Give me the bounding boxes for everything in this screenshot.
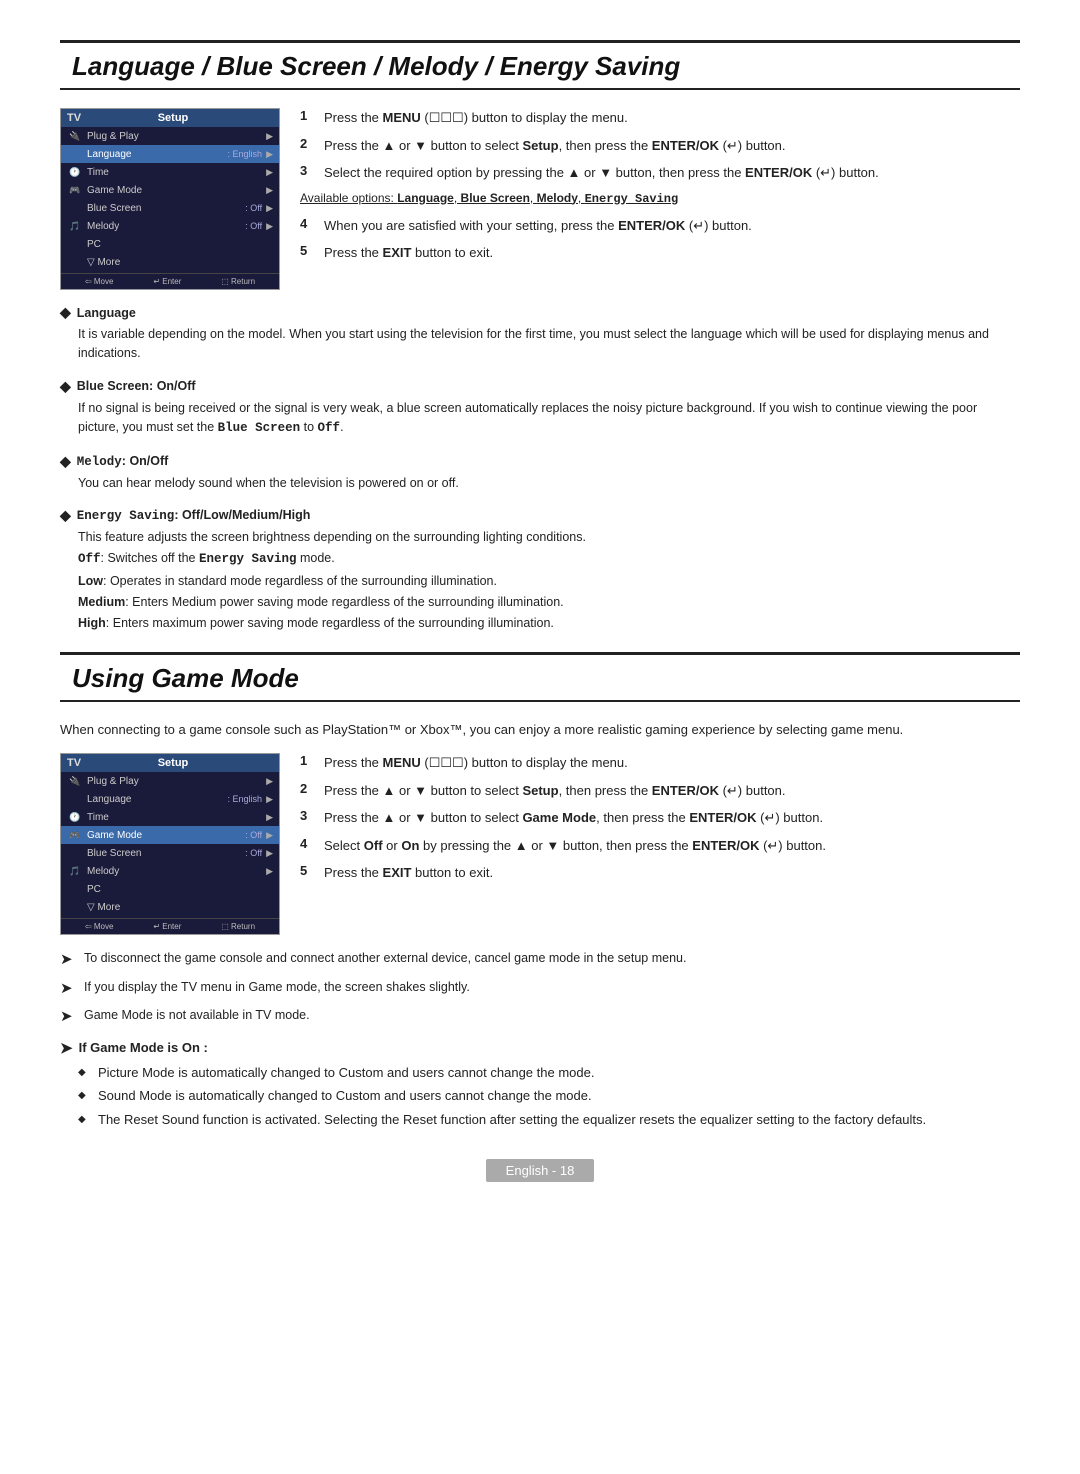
menu-header-left: TV (61, 112, 120, 124)
section1-menu-rows: 🔌 Plug & Play ▶ Language : English ▶ 🕐 T… (61, 127, 279, 271)
menu-row-gamemode1: 🎮 Game Mode ▶ (61, 181, 279, 199)
section2-intro: When connecting to a game console such a… (60, 720, 1020, 740)
section1-steps: 1 Press the MENU (☐☐☐) button to display… (300, 108, 1020, 290)
step1-2: 2 Press the ▲ or ▼ button to select Setu… (300, 136, 1020, 156)
step1-3: 3 Select the required option by pressing… (300, 163, 1020, 183)
section2-tv-menu: TV Setup 🔌 Plug & Play ▶ Language : Engl… (60, 753, 280, 935)
menu2-row-language: Language : English ▶ (61, 790, 279, 808)
menu2-row-bluescreen: Blue Screen : Off ▶ (61, 844, 279, 862)
section2-title: Using Game Mode (72, 663, 1020, 694)
menu-row-pc1: PC (61, 235, 279, 253)
menu2-row-more: ▽ More (61, 898, 279, 916)
page-footer: English - 18 (60, 1159, 1020, 1182)
section1-menu-footer: ⇦ Move ↵ Enter ⬚ Return (61, 273, 279, 289)
menu-row-melody1: 🎵 Melody : Off ▶ (61, 217, 279, 235)
section2-instruction-area: TV Setup 🔌 Plug & Play ▶ Language : Engl… (60, 753, 1020, 935)
bullet-bluescreen: ◆ Blue Screen: On/Off If no signal is be… (60, 378, 1020, 439)
plug-icon: 🔌 (67, 129, 83, 143)
step1-5: 5 Press the EXIT button to exit. (300, 243, 1020, 263)
section1-menu-header: TV Setup (61, 109, 279, 127)
if-game-item1: Picture Mode is automatically changed to… (78, 1063, 1020, 1083)
section1-title: Language / Blue Screen / Melody / Energy… (72, 51, 1020, 82)
menu-row-more1: ▽ More (61, 253, 279, 271)
section2-notes: ➤ To disconnect the game console and con… (60, 949, 1020, 1029)
menu-row-language: Language : English ▶ (61, 145, 279, 163)
page-number: English - 18 (486, 1159, 595, 1182)
note1: ➤ To disconnect the game console and con… (60, 949, 1020, 972)
step1-4: 4 When you are satisfied with your setti… (300, 216, 1020, 236)
section2-header: Using Game Mode (60, 652, 1020, 702)
step2-4: 4 Select Off or On by pressing the ▲ or … (300, 836, 1020, 856)
if-game-mode-list: Picture Mode is automatically changed to… (78, 1063, 1020, 1130)
section2-menu-header: TV Setup (61, 754, 279, 772)
if-game-arrow-icon: ➤ (60, 1039, 73, 1057)
section2-menu-rows: 🔌 Plug & Play ▶ Language : English ▶ 🕐 T… (61, 772, 279, 916)
section1-instruction-area: TV Setup 🔌 Plug & Play ▶ Language : Engl… (60, 108, 1020, 290)
step2-3: 3 Press the ▲ or ▼ button to select Game… (300, 808, 1020, 828)
menu-header-center: Setup (120, 112, 226, 124)
bullet-energysaving: ◆ Energy Saving: Off/Low/Medium/High Thi… (60, 507, 1020, 634)
menu2-row-melody: 🎵 Melody ▶ (61, 862, 279, 880)
section1-tv-menu: TV Setup 🔌 Plug & Play ▶ Language : Engl… (60, 108, 280, 290)
menu2-row-pc: PC (61, 880, 279, 898)
section2: Using Game Mode When connecting to a gam… (60, 652, 1020, 1130)
step1-1: 1 Press the MENU (☐☐☐) button to display… (300, 108, 1020, 128)
step2-1: 1 Press the MENU (☐☐☐) button to display… (300, 753, 1020, 773)
section2-menu-footer: ⇦ Move ↵ Enter ⬚ Return (61, 918, 279, 934)
note3: ➤ Game Mode is not available in TV mode. (60, 1006, 1020, 1029)
bullet-language: ◆ Language It is variable depending on t… (60, 304, 1020, 364)
step2-2: 2 Press the ▲ or ▼ button to select Setu… (300, 781, 1020, 801)
if-game-item2: Sound Mode is automatically changed to C… (78, 1086, 1020, 1106)
if-game-item3: The Reset Sound function is activated. S… (78, 1110, 1020, 1130)
menu-row-plugplay: 🔌 Plug & Play ▶ (61, 127, 279, 145)
bullet-melody: ◆ Melody: On/Off You can hear melody sou… (60, 453, 1020, 493)
menu2-row-gamemode: 🎮 Game Mode : Off ▶ (61, 826, 279, 844)
if-game-mode-title: If Game Mode is On : (79, 1040, 208, 1055)
menu2-row-time: 🕐 Time ▶ (61, 808, 279, 826)
available-options: Available options: Language, Blue Screen… (300, 191, 1020, 206)
section1-header: Language / Blue Screen / Melody / Energy… (60, 40, 1020, 90)
if-game-mode-section: ➤ If Game Mode is On : Picture Mode is a… (60, 1039, 1020, 1130)
note2: ➤ If you display the TV menu in Game mod… (60, 978, 1020, 1001)
section1: Language / Blue Screen / Melody / Energy… (60, 40, 1020, 634)
section2-steps: 1 Press the MENU (☐☐☐) button to display… (300, 753, 1020, 935)
menu2-row-plugplay: 🔌 Plug & Play ▶ (61, 772, 279, 790)
plugplay-label: Plug & Play (87, 131, 262, 142)
step2-5: 5 Press the EXIT button to exit. (300, 863, 1020, 883)
menu-row-bluescreen1: Blue Screen : Off ▶ (61, 199, 279, 217)
menu-row-time: 🕐 Time ▶ (61, 163, 279, 181)
